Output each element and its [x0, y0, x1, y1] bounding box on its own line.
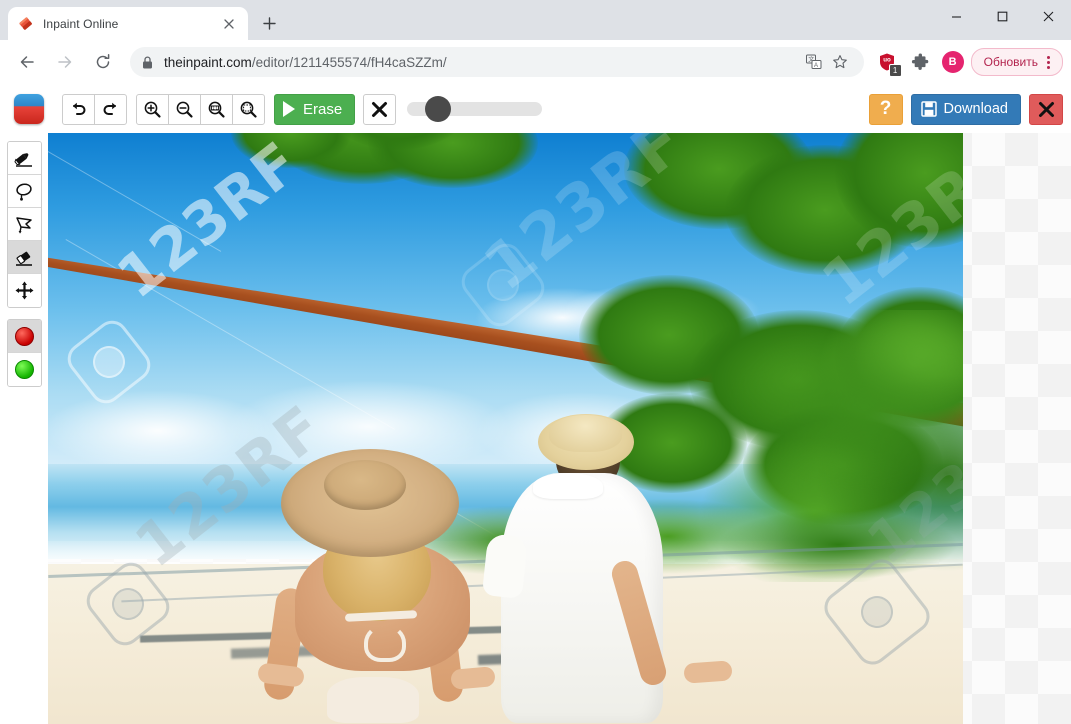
forward-arrow-icon[interactable]: [50, 47, 80, 77]
reload-icon[interactable]: [88, 47, 118, 77]
red-circle-icon: [14, 326, 34, 346]
man-shirt-collar: [532, 472, 603, 499]
man-straw-fedora: [537, 413, 634, 470]
zoom-actual-size-button[interactable]: 1:1: [200, 93, 233, 125]
woman-sun-hat: [281, 449, 460, 558]
marker-pen-icon: [13, 152, 32, 167]
tab-title: Inpaint Online: [43, 16, 119, 31]
profile-avatar[interactable]: B: [941, 51, 964, 73]
translate-icon[interactable]: 文 A: [802, 50, 826, 74]
polygon-lasso-tool[interactable]: [7, 208, 41, 241]
browser-tab[interactable]: Inpaint Online: [8, 7, 248, 40]
move-tool[interactable]: [7, 274, 41, 307]
zoom-button-group: 1:1: [136, 93, 265, 125]
url-path: /editor/1211455574/fH4caSZZm/: [251, 54, 447, 70]
back-arrow-icon[interactable]: [12, 47, 42, 77]
man-right-hand: [683, 660, 733, 684]
update-button-label: Обновить: [983, 55, 1038, 69]
app-toolbar: 1:1 Erase ? Download: [0, 85, 1071, 133]
app-toolbar-right: ? Download: [868, 93, 1063, 125]
tool-group-colors: [6, 319, 42, 387]
redo-button[interactable]: [94, 93, 127, 125]
svg-text:uo: uo: [883, 57, 891, 64]
ublock-badge: 1: [888, 64, 902, 77]
inpaint-logo-icon: [14, 94, 44, 124]
erase-button-label: Erase: [303, 100, 343, 118]
ublock-origin-icon[interactable]: uo 1: [873, 48, 902, 77]
undo-button[interactable]: [62, 93, 95, 125]
window-controls: [933, 0, 1071, 40]
red-marker-color[interactable]: [7, 320, 41, 353]
extensions-puzzle-icon[interactable]: [907, 48, 935, 76]
play-triangle-icon: [283, 101, 295, 117]
woman-bikini-bow: [363, 623, 406, 662]
move-arrows-icon: [15, 281, 33, 300]
app-close-button[interactable]: [1029, 93, 1063, 125]
title-bar: Inpaint Online: [0, 0, 1071, 40]
zoom-out-button[interactable]: [168, 93, 201, 125]
new-tab-button[interactable]: [255, 9, 283, 37]
green-circle-icon: [14, 360, 34, 379]
download-button-label: Download: [943, 101, 1009, 117]
star-icon[interactable]: [828, 50, 852, 74]
tool-group-primary: [6, 141, 42, 308]
brush-size-slider[interactable]: [407, 96, 543, 122]
tab-strip: Inpaint Online: [0, 0, 283, 40]
browser-toolbar: theinpaint.com/editor/1211455574/fH4caSZ…: [0, 40, 1071, 85]
tab-close-icon[interactable]: [220, 15, 238, 33]
eraser-tool[interactable]: [7, 241, 41, 274]
tool-sidebar: [0, 133, 48, 724]
help-button[interactable]: ?: [868, 93, 903, 125]
window-close-icon[interactable]: [1025, 0, 1071, 32]
update-button[interactable]: Обновить: [970, 48, 1063, 76]
zoom-fit-button[interactable]: [232, 93, 265, 125]
edited-photo[interactable]: 123RF 123RF 123RF 123RF 123RF: [48, 133, 963, 724]
lasso-tool[interactable]: [7, 175, 41, 208]
cancel-erase-button[interactable]: [363, 93, 397, 125]
minimize-icon[interactable]: [933, 0, 979, 32]
floppy-disk-icon: [920, 101, 937, 117]
eraser-favicon: [18, 16, 34, 32]
brush-size-slider-handle[interactable]: [425, 96, 452, 122]
lasso-ellipse-icon: [15, 182, 32, 201]
download-button[interactable]: Download: [910, 93, 1021, 125]
maximize-icon[interactable]: [979, 0, 1025, 32]
svg-text:A: A: [814, 63, 818, 69]
eraser-icon: [15, 251, 32, 266]
history-button-group: [62, 93, 127, 125]
woman-bikini-bottom: [327, 676, 420, 723]
woman-right-hand: [449, 665, 496, 690]
lock-icon: [142, 55, 153, 69]
erase-button[interactable]: Erase: [274, 93, 356, 125]
browser-window: Inpaint Online theinpaint.com/editor/121…: [0, 0, 1071, 724]
url-host: theinpaint.com: [164, 54, 252, 70]
url-text: theinpaint.com/editor/1211455574/fH4caSZ…: [164, 55, 447, 70]
omnibox-actions: 文 A: [792, 50, 852, 74]
man-left-sleeve: [482, 532, 529, 599]
zoom-in-button[interactable]: [136, 93, 169, 125]
address-bar[interactable]: theinpaint.com/editor/1211455574/fH4caSZ…: [130, 47, 864, 77]
polygon-lasso-icon: [15, 216, 32, 234]
three-dot-menu-icon[interactable]: [1040, 51, 1056, 73]
green-marker-color[interactable]: [7, 353, 41, 386]
svg-text:1:1: 1:1: [212, 105, 218, 110]
marker-tool[interactable]: [7, 142, 41, 175]
editor-body: 123RF 123RF 123RF 123RF 123RF: [0, 133, 1071, 724]
canvas-area[interactable]: 123RF 123RF 123RF 123RF 123RF: [48, 133, 1071, 724]
inpaint-app: 1:1 Erase ? Download 123RF 123RF: [0, 85, 1071, 724]
